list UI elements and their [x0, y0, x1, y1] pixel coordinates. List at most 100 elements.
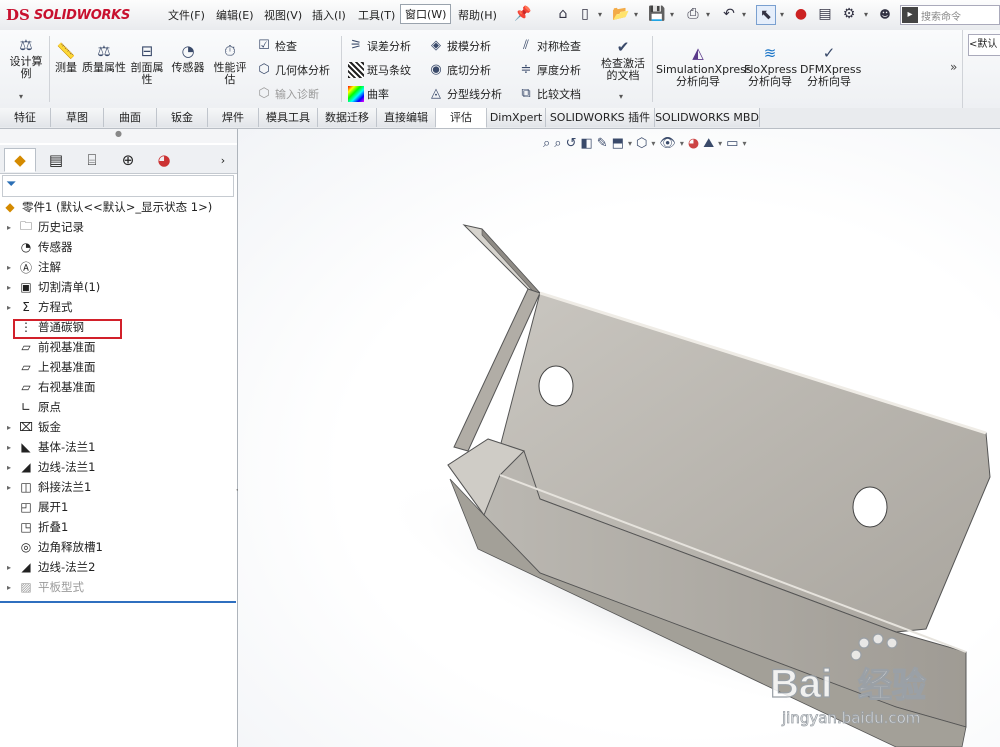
login-icon[interactable]: ☻ [876, 5, 894, 23]
tree-filter-input[interactable]: ⏷ [2, 175, 234, 197]
compare-documents-button[interactable]: ⧉ 比较文档 [518, 86, 581, 102]
tab-data-migration[interactable]: 数据迁移 [318, 108, 377, 127]
expand-arrow-icon[interactable]: ▸ [4, 283, 14, 292]
open-folder-icon[interactable]: 📂 [612, 5, 630, 23]
graphics-area[interactable]: ⌕ ⌕ ↺ ◧ ✎ ⬒ ▾ ⬡ ▾ 👁 ▾ ◕ ⛰ ▾ ▭ ▾ Bai 经验 j… [238, 129, 1000, 747]
zebra-stripes-button[interactable]: 斑马条纹 [348, 62, 411, 78]
menu-insert[interactable]: 插入(I) [312, 7, 346, 23]
draft-analysis-button[interactable]: ◈ 拔模分析 [428, 38, 491, 54]
tree-item-sheet-metal[interactable]: ▸ ⌧ 钣金 [0, 417, 236, 437]
tab-direct-editing[interactable]: 直接编辑 [377, 108, 436, 127]
print-icon[interactable]: ⎙ [684, 5, 702, 23]
chevron-down-icon[interactable]: ▾ [778, 5, 786, 23]
symmetry-check-button[interactable]: ⫽ 对称检查 [518, 38, 581, 54]
floxpress-button[interactable]: ≋ FloXpress分析向导 [744, 44, 797, 88]
feature-manager-tab-icon[interactable]: ◆ [4, 148, 36, 172]
check-button[interactable]: ☑ 检查 [256, 38, 297, 54]
deviation-analysis-button[interactable]: ⚞ 误差分析 [348, 38, 411, 54]
expand-arrow-icon[interactable]: ▸ [4, 223, 14, 232]
expand-arrow-icon[interactable]: ▸ [4, 583, 14, 592]
tab-solidworks-mbd[interactable]: SOLIDWORKS MBD [655, 108, 760, 127]
menu-window[interactable]: 窗口(W) [400, 4, 452, 24]
simulationxpress-button[interactable]: ◭ SimulationXpress分析向导 [656, 44, 752, 88]
tree-item-corner-relief[interactable]: ◎ 边角释放槽1 [0, 537, 236, 557]
chevron-down-icon[interactable]: ▾ [668, 5, 676, 23]
geometry-analysis-button[interactable]: ⬡ 几何体分析 [256, 62, 330, 78]
dimxpert-manager-tab-icon[interactable]: ⊕ [112, 148, 144, 172]
chevron-down-icon[interactable]: ▾ [740, 5, 748, 23]
tree-item-front-plane[interactable]: ▱ 前视基准面 [0, 337, 236, 357]
tab-surfaces[interactable]: 曲面 [104, 108, 157, 127]
rebuild-traffic-light-icon[interactable]: ● [792, 5, 810, 23]
mass-properties-button[interactable]: ⚖ 质量属性 [82, 42, 126, 74]
tab-evaluate[interactable]: 评估 [436, 108, 487, 128]
tree-item-fold[interactable]: ◳ 折叠1 [0, 517, 236, 537]
rollback-bar[interactable] [0, 601, 236, 603]
tree-root-part[interactable]: ◆ 零件1 (默认<<默认>_显示状态 1>) [0, 197, 236, 217]
tab-features[interactable]: 特征 [0, 108, 51, 127]
property-manager-tab-icon[interactable]: ▤ [40, 148, 72, 172]
tree-item-annotations[interactable]: ▸ Ⓐ 注解 [0, 257, 236, 277]
expand-arrow-icon[interactable]: ▸ [4, 443, 14, 452]
tree-item-edge-flange-2[interactable]: ▸ ◢ 边线-法兰2 [0, 557, 236, 577]
tree-item-cut-list[interactable]: ▸ ▣ 切割清单(1) [0, 277, 236, 297]
configuration-manager-tab-icon[interactable]: ⌸ [76, 148, 108, 172]
expand-arrow-icon[interactable]: ▸ [4, 263, 14, 272]
tab-solidworks-addins[interactable]: SOLIDWORKS 插件 [546, 108, 655, 127]
pin-icon[interactable]: 📌 [514, 5, 532, 23]
curvature-button[interactable]: 曲率 [348, 86, 389, 102]
sensor-button[interactable]: ◔ 传感器 [168, 42, 208, 74]
file-properties-icon[interactable]: ▤ [816, 5, 834, 23]
thickness-analysis-button[interactable]: ≑ 厚度分析 [518, 62, 581, 78]
tab-weldments[interactable]: 焊件 [208, 108, 259, 127]
save-icon[interactable]: 💾 [648, 5, 666, 23]
tree-item-top-plane[interactable]: ▱ 上视基准面 [0, 357, 236, 377]
chevron-down-icon[interactable]: ▾ [619, 92, 623, 101]
undo-icon[interactable]: ↶ [720, 5, 738, 23]
expand-arrow-icon[interactable]: ▸ [4, 483, 14, 492]
tab-sheet-metal[interactable]: 钣金 [157, 108, 208, 127]
expand-arrow-icon[interactable]: ▸ [4, 463, 14, 472]
menu-help[interactable]: 帮助(H) [458, 7, 497, 23]
tree-item-base-flange[interactable]: ▸ ◣ 基体-法兰1 [0, 437, 236, 457]
tab-dimxpert[interactable]: DimXpert [487, 108, 546, 127]
tree-item-right-plane[interactable]: ▱ 右视基准面 [0, 377, 236, 397]
check-active-document-button[interactable]: ✔ 检查激活的文档 [598, 38, 648, 82]
parting-line-analysis-button[interactable]: ◬ 分型线分析 [428, 86, 502, 102]
tree-item-miter-flange[interactable]: ▸ ◫ 斜接法兰1 [0, 477, 236, 497]
measure-button[interactable]: 📏 测量 [52, 42, 80, 74]
tree-item-flat-pattern[interactable]: ▸ ▨ 平板型式 [0, 577, 236, 597]
tab-mold-tools[interactable]: 模具工具 [259, 108, 318, 127]
tree-item-unfold[interactable]: ◰ 展开1 [0, 497, 236, 517]
chevron-down-icon[interactable]: ▾ [862, 5, 870, 23]
tree-item-origin[interactable]: ∟ 原点 [0, 397, 236, 417]
dfmxpress-button[interactable]: ✓ DFMXpress分析向导 [800, 44, 861, 88]
chevron-down-icon[interactable]: ▾ [704, 5, 712, 23]
tree-item-edge-flange-1[interactable]: ▸ ◢ 边线-法兰1 [0, 457, 236, 477]
tree-item-history[interactable]: ▸ 🗀 历史记录 [0, 217, 236, 237]
tree-item-sensors[interactable]: ◔ 传感器 [0, 237, 236, 257]
new-document-icon[interactable]: ▯ [576, 5, 594, 23]
tab-sketch[interactable]: 草图 [51, 108, 104, 127]
menu-view[interactable]: 视图(V) [264, 7, 302, 23]
select-cursor-icon[interactable]: ⬉ [756, 5, 776, 25]
gear-icon[interactable]: ⚙ [840, 5, 858, 23]
chevron-down-icon[interactable]: ▾ [632, 5, 640, 23]
menu-edit[interactable]: 编辑(E) [216, 7, 254, 23]
menu-file[interactable]: 文件(F) [168, 7, 205, 23]
chevron-down-icon[interactable]: ▾ [19, 92, 23, 101]
chevron-down-icon[interactable]: ▾ [596, 5, 604, 23]
expand-arrow-icon[interactable]: ▸ [4, 563, 14, 572]
tree-item-equations[interactable]: ▸ Σ 方程式 [0, 297, 236, 317]
chevron-right-icon[interactable]: › [214, 148, 232, 172]
display-manager-tab-icon[interactable]: ◕ [148, 148, 180, 172]
configuration-dropdown[interactable]: <默认 [968, 34, 1000, 56]
search-command-input[interactable]: ▸ 搜索命令 [900, 5, 1000, 25]
home-icon[interactable]: ⌂ [554, 5, 572, 23]
section-properties-button[interactable]: ⊟ 剖面属性 [128, 42, 166, 86]
performance-evaluation-button[interactable]: ⏱ 性能评估 [210, 42, 250, 86]
undercut-analysis-button[interactable]: ◉ 底切分析 [428, 62, 491, 78]
expand-arrow-icon[interactable]: ▸ [4, 303, 14, 312]
ribbon-overflow-button[interactable]: » [950, 60, 957, 74]
solidworks-logo[interactable]: DS SOLIDWORKS [6, 4, 140, 26]
